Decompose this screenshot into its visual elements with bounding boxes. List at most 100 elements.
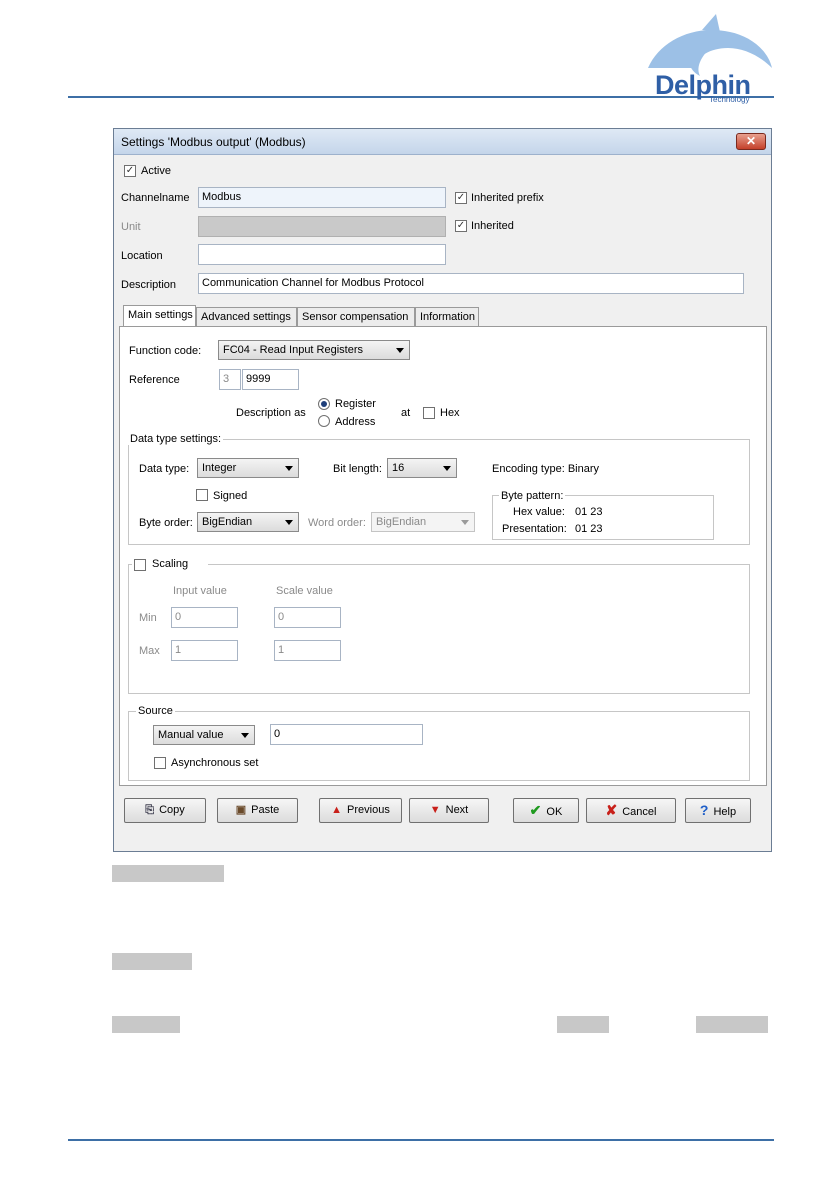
byte-order-value: BigEndian: [202, 516, 253, 528]
logo-subtext: Technology: [709, 95, 750, 104]
max-input-value[interactable]: 1: [171, 640, 238, 661]
next-button-label: Next: [445, 804, 469, 816]
cancel-button[interactable]: ✘ Cancel: [586, 798, 676, 823]
inherited-label: Inherited: [471, 220, 514, 232]
redacted-term-5: [696, 1016, 768, 1033]
paste-button-label: Paste: [251, 804, 280, 816]
arrow-down-icon: ▼: [429, 804, 441, 816]
scaling-checkbox[interactable]: [134, 559, 146, 571]
inherited-prefix-checkbox[interactable]: ✓: [455, 192, 467, 204]
cancel-button-label: Cancel: [622, 806, 657, 818]
help-icon: ?: [699, 802, 709, 818]
redacted-term-3: [112, 1016, 180, 1033]
scaling-group: Scaling Input value Scale value Min 0 0 …: [128, 558, 750, 694]
min-label: Min: [139, 612, 157, 624]
copy-icon: ⎘: [145, 804, 155, 816]
asynchronous-set-label: Asynchronous set: [171, 757, 259, 769]
description-as-label: Description as: [236, 407, 306, 419]
tab-main-settings[interactable]: Main settings: [123, 305, 196, 327]
channelname-input[interactable]: Modbus: [198, 187, 446, 208]
max-label: Max: [139, 645, 160, 657]
register-label: Register: [335, 398, 376, 410]
redacted-term-4: [557, 1016, 609, 1033]
tab-sensor-compensation[interactable]: Sensor compensation: [297, 307, 415, 327]
byte-pattern-group: Byte pattern: Hex value: 01 23 Presentat…: [492, 490, 714, 540]
byte-order-label: Byte order:: [139, 517, 193, 529]
word-order-value: BigEndian: [376, 516, 427, 528]
byte-order-select[interactable]: BigEndian: [197, 512, 299, 532]
dialog-title: Settings 'Modbus output' (Modbus): [121, 135, 306, 149]
hex-value: 01 23: [575, 506, 603, 518]
help-button[interactable]: ? Help: [685, 798, 751, 823]
bit-length-label: Bit length:: [333, 463, 382, 475]
source-value: Manual value: [158, 729, 224, 741]
source-group: Source Manual value 0 Asynchronous set: [128, 705, 750, 781]
hex-label: Hex: [440, 407, 460, 419]
scale-value-label: Scale value: [276, 585, 333, 597]
asynchronous-set-checkbox[interactable]: [154, 757, 166, 769]
copy-button[interactable]: ⎘ Copy: [124, 798, 206, 823]
word-order-label: Word order:: [308, 517, 366, 529]
min-scale-value[interactable]: 0: [274, 607, 341, 628]
inherited-checkbox[interactable]: ✓: [455, 220, 467, 232]
input-value-label: Input value: [173, 585, 227, 597]
location-label: Location: [121, 250, 163, 262]
source-select[interactable]: Manual value: [153, 725, 255, 745]
unit-input: [198, 216, 446, 237]
presentation-value: 01 23: [575, 523, 603, 535]
previous-button-label: Previous: [347, 804, 390, 816]
channelname-label: Channelname: [121, 192, 190, 204]
active-label: Active: [141, 165, 171, 177]
min-input-value[interactable]: 0: [171, 607, 238, 628]
source-input[interactable]: 0: [270, 724, 423, 745]
bit-length-select[interactable]: 16: [387, 458, 457, 478]
copy-button-label: Copy: [159, 804, 185, 816]
redacted-term-2: [112, 953, 192, 970]
active-checkbox[interactable]: ✓: [124, 165, 136, 177]
description-input[interactable]: Communication Channel for Modbus Protoco…: [198, 273, 744, 294]
register-radio[interactable]: [318, 398, 330, 410]
reference-prefix: 3: [219, 369, 241, 390]
unit-label: Unit: [121, 221, 141, 233]
tab-advanced-settings[interactable]: Advanced settings: [196, 307, 297, 327]
location-input[interactable]: [198, 244, 446, 265]
main-settings-panel: Function code: FC04 - Read Input Registe…: [119, 326, 767, 786]
encoding-type-text: Encoding type: Binary: [492, 463, 600, 475]
paste-button[interactable]: ▣ Paste: [217, 798, 298, 823]
cross-icon: ✘: [605, 802, 618, 818]
data-type-group-label: Data type settings:: [128, 433, 224, 445]
function-code-value: FC04 - Read Input Registers: [223, 344, 364, 356]
word-order-select: BigEndian: [371, 512, 475, 532]
address-radio[interactable]: [318, 415, 330, 427]
ok-button-label: OK: [546, 806, 563, 818]
tab-information[interactable]: Information: [415, 307, 479, 327]
presentation-label: Presentation:: [502, 523, 567, 535]
function-code-select[interactable]: FC04 - Read Input Registers: [218, 340, 410, 360]
inherited-prefix-label: Inherited prefix: [471, 192, 544, 204]
signed-checkbox[interactable]: [196, 489, 208, 501]
close-button[interactable]: ✕: [736, 133, 766, 150]
title-bar: Settings 'Modbus output' (Modbus) ✕: [114, 129, 771, 155]
previous-button[interactable]: ▲ Previous: [319, 798, 402, 823]
data-type-label: Data type:: [139, 463, 190, 475]
byte-pattern-label: Byte pattern:: [499, 490, 566, 502]
settings-dialog: Settings 'Modbus output' (Modbus) ✕ ✓ Ac…: [113, 128, 772, 852]
scaling-legend: Scaling: [132, 558, 208, 572]
help-button-label: Help: [713, 806, 737, 818]
data-type-select[interactable]: Integer: [197, 458, 299, 478]
hex-checkbox[interactable]: [423, 407, 435, 419]
scaling-label: Scaling: [152, 558, 189, 570]
signed-label: Signed: [213, 490, 248, 502]
next-button[interactable]: ▼ Next: [409, 798, 489, 823]
footer-rule: [68, 1139, 774, 1141]
reference-input[interactable]: 9999: [242, 369, 299, 390]
at-label: at: [401, 407, 411, 419]
max-scale-value[interactable]: 1: [274, 640, 341, 661]
paste-icon: ▣: [235, 804, 247, 816]
source-label: Source: [136, 705, 175, 717]
checkmark-icon: ✔: [529, 802, 542, 818]
data-type-group: Data type settings: Data type: Integer B…: [128, 433, 750, 545]
reference-label: Reference: [129, 374, 180, 386]
ok-button[interactable]: ✔ OK: [513, 798, 579, 823]
address-label: Address: [335, 416, 376, 428]
